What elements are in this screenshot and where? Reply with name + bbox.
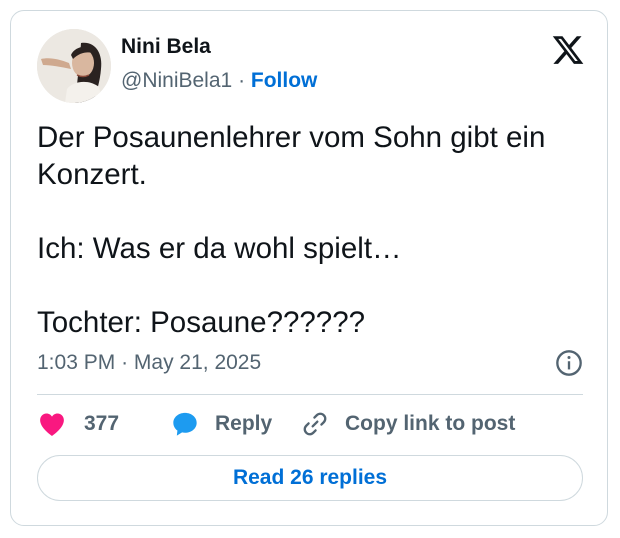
link-icon <box>303 412 327 436</box>
copy-link-button[interactable]: Copy link to post <box>301 407 515 441</box>
tweet-timestamp[interactable]: 1:03 PM · May 21, 2025 <box>37 351 261 375</box>
avatar[interactable] <box>37 29 111 103</box>
tweet-text: Der Posaunenlehrer vom Sohn gibt ein Kon… <box>37 119 577 341</box>
copy-link-label: Copy link to post <box>345 412 516 435</box>
tweet-text-line: Ich: Was er da wohl spielt… <box>37 232 402 265</box>
x-logo-icon[interactable] <box>551 33 585 67</box>
divider <box>37 394 583 395</box>
reply-label: Reply <box>215 412 273 435</box>
read-replies-button[interactable]: Read 26 replies <box>37 455 583 501</box>
author-name[interactable]: Nini Bela <box>121 35 211 59</box>
reply-button[interactable]: Reply <box>171 407 272 441</box>
heart-icon <box>40 413 64 436</box>
tweet-text-line: Der Posaunenlehrer vom Sohn gibt ein Kon… <box>37 121 546 191</box>
author-handle-row: @NiniBela1 · Follow <box>121 69 317 93</box>
handle-separator: · <box>238 69 246 92</box>
author-handle[interactable]: @NiniBela1 <box>121 69 232 92</box>
info-icon[interactable] <box>555 349 583 377</box>
speech-bubble-icon <box>173 412 197 436</box>
tweet-card: Nini Bela @NiniBela1 · Follow Der Posaun… <box>10 10 608 526</box>
tweet-date: May 21, 2025 <box>133 351 262 374</box>
tweet-time: 1:03 PM <box>37 351 116 374</box>
follow-button[interactable]: Follow <box>251 69 318 92</box>
like-count: 377 <box>84 412 120 435</box>
timestamp-separator: · <box>121 351 129 374</box>
like-button[interactable]: 377 <box>37 407 119 441</box>
action-bar: 377 Reply Copy link to post <box>37 407 583 441</box>
tweet-text-line: Tochter: Posaune?????? <box>37 306 366 339</box>
avatar-photo <box>37 29 111 103</box>
